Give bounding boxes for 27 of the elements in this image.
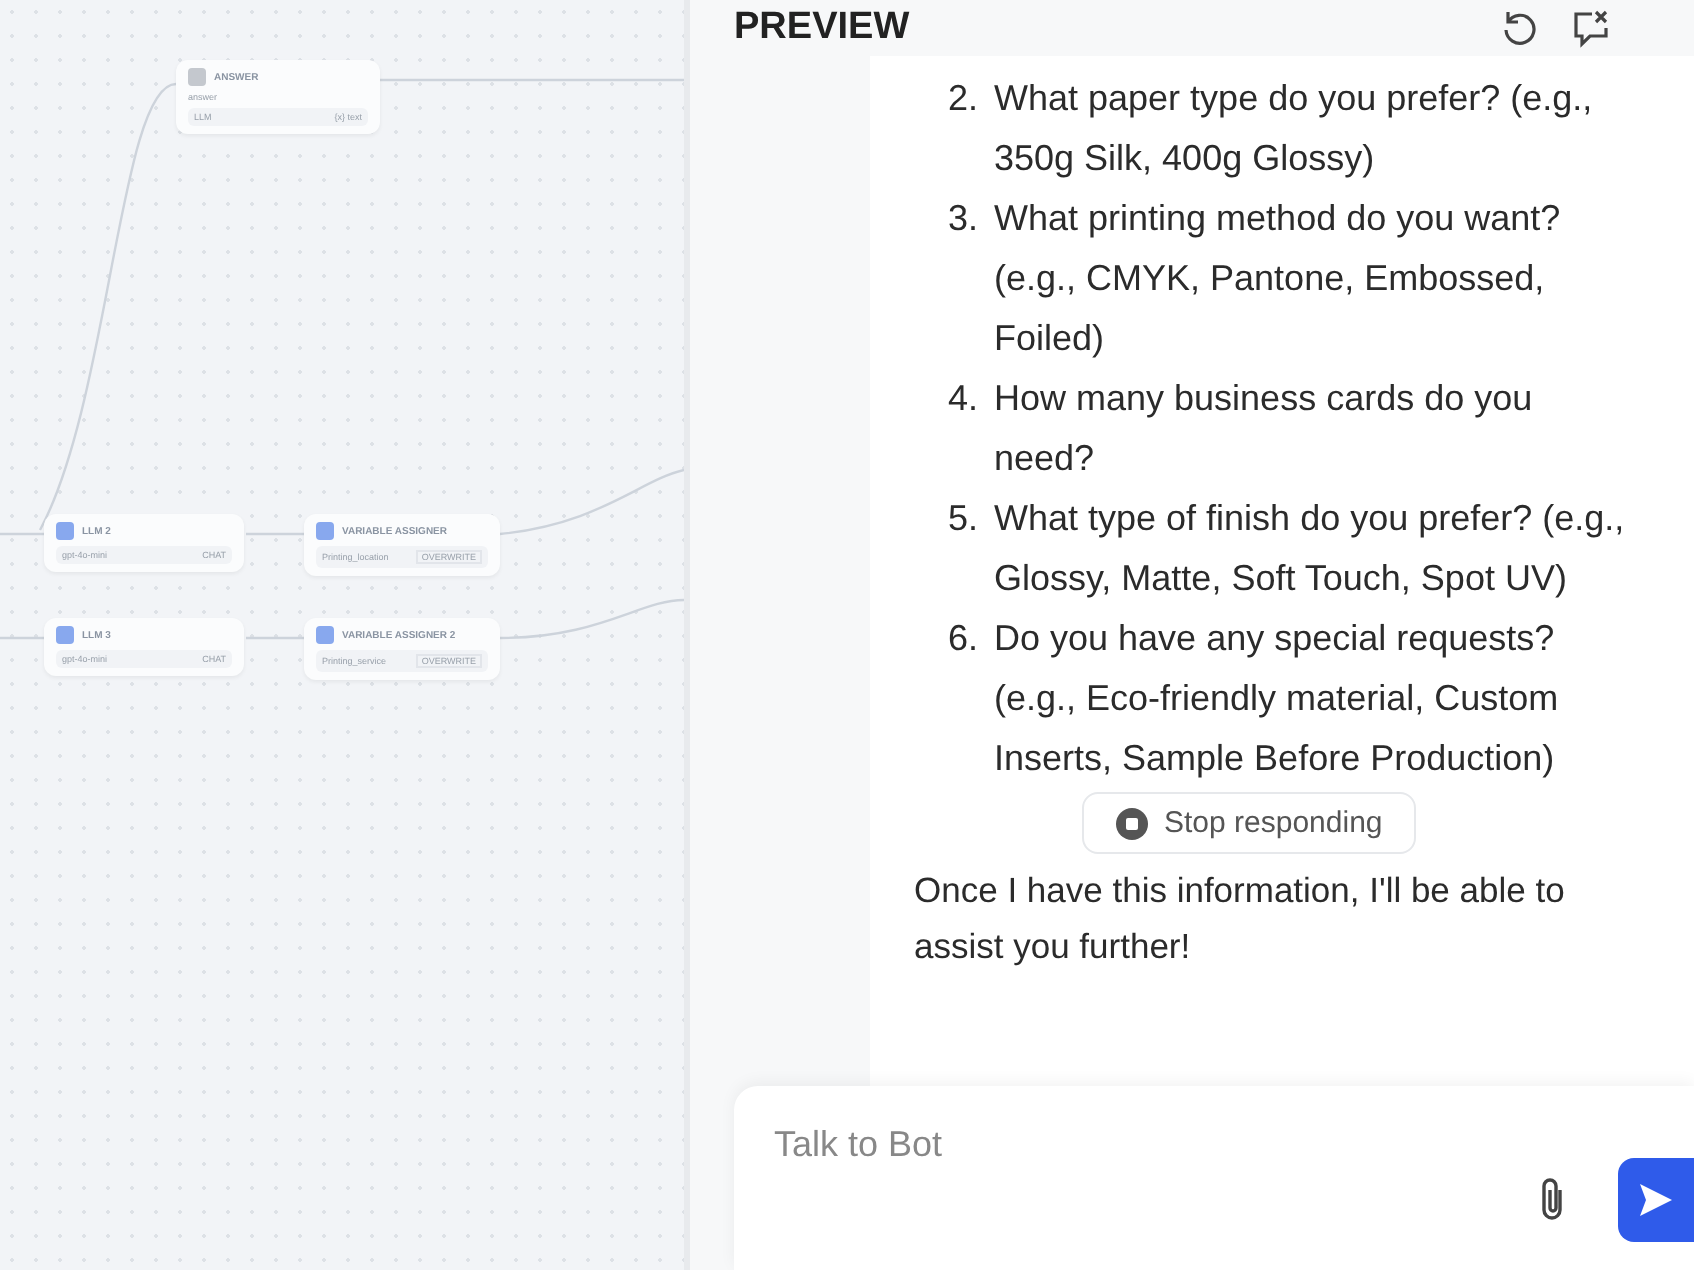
assigner-icon [316, 626, 334, 644]
list-item-text: What paper type do you prefer? (e.g., 350g Silk, 400g Glossy) [994, 76, 1595, 182]
stop-responding-button[interactable]: Stop responding [1082, 792, 1417, 854]
list-number: 5. [945, 496, 978, 542]
restart-icon[interactable] [1498, 6, 1542, 50]
list-number: 3. [945, 196, 978, 242]
clear-chat-icon[interactable] [1570, 6, 1614, 50]
llm-icon [56, 522, 74, 540]
list-number: 6. [945, 616, 978, 662]
llm-icon [56, 626, 74, 644]
assigner-icon [316, 522, 334, 540]
panel-title: PREVIEW [734, 6, 912, 50]
connector-line [0, 636, 44, 640]
connector-line [246, 636, 304, 640]
message-input[interactable]: Talk to Bot [770, 1122, 1378, 1168]
connector-line [246, 532, 304, 536]
send-icon [1636, 1180, 1676, 1220]
list-number: 2. [945, 76, 978, 122]
list-item-text: What printing method do you want? (e.g., CMYK, Pantone, Embossed, Foiled) [994, 196, 1563, 362]
answer-icon [188, 68, 206, 86]
list-item-text: How many business cards do you need? [994, 376, 1535, 482]
send-button[interactable] [1618, 1158, 1694, 1242]
list-item-text: What type of finish do you prefer? (e.g., Glossy, Matte, Soft Touch, Spot UV) [994, 496, 1627, 602]
message-text: Once I have this information, I'll be able to assist you further! [914, 868, 1567, 970]
list-item-text: Do you have any special requests? (e.g., Eco-friendly material, Custom Inserts, Sample Before Production) [994, 616, 1561, 782]
list-number: 4. [945, 376, 978, 422]
stop-icon [1116, 807, 1148, 839]
